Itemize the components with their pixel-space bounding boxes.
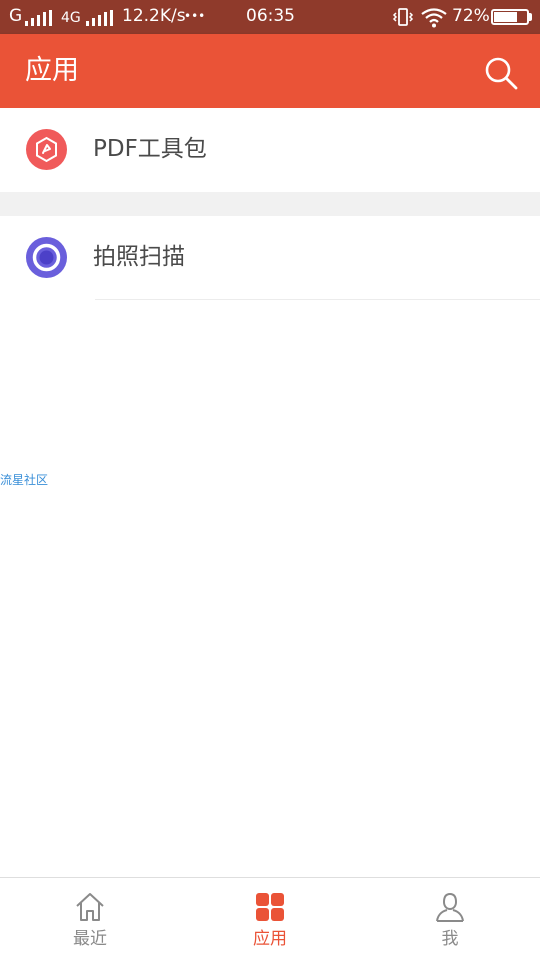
nav-label: 我 (441, 929, 459, 949)
status-bar: G 4G 12.2K/s ••• 06:35 72% (0, 0, 540, 34)
list-item-photo-scan[interactable]: 拍照扫描 (0, 216, 540, 300)
nav-item-apps[interactable]: 应用 (180, 878, 360, 960)
page-title: 应用 (25, 55, 79, 86)
battery-icon (491, 9, 529, 25)
battery-tip (529, 13, 532, 21)
watermark: 流星社区 (0, 473, 49, 487)
nav-item-recent[interactable]: 最近 (0, 878, 180, 960)
row-divider (95, 299, 540, 300)
app-label: 拍照扫描 (93, 244, 185, 270)
app-header: 应用 (0, 34, 540, 108)
home-icon (76, 893, 104, 921)
bottom-nav: 最近 应用 我 (0, 877, 540, 960)
list-item-pdf-toolkit[interactable]: PDF工具包 (0, 108, 540, 192)
network-type-label: 4G (61, 10, 81, 26)
more-notifications-icon: ••• (184, 9, 206, 23)
nav-label: 应用 (253, 929, 287, 949)
photo-scan-icon (26, 237, 67, 278)
nav-label: 最近 (73, 929, 107, 949)
vibrate-icon (392, 8, 414, 26)
signal-strength-4g-icon (86, 10, 114, 26)
network-speed: 12.2K/s (122, 6, 186, 26)
carrier-label: G (9, 6, 23, 26)
search-button[interactable] (480, 52, 522, 94)
search-icon (485, 57, 518, 90)
battery-percent: 72% (452, 6, 490, 26)
section-divider (0, 192, 540, 216)
nav-item-me[interactable]: 我 (360, 878, 540, 960)
apps-grid-icon (256, 893, 284, 921)
clock: 06:35 (246, 6, 295, 26)
person-icon (436, 892, 464, 922)
wifi-icon (421, 8, 447, 28)
app-label: PDF工具包 (93, 136, 207, 162)
signal-strength-icon (25, 10, 53, 26)
pdf-toolkit-icon (26, 129, 67, 170)
